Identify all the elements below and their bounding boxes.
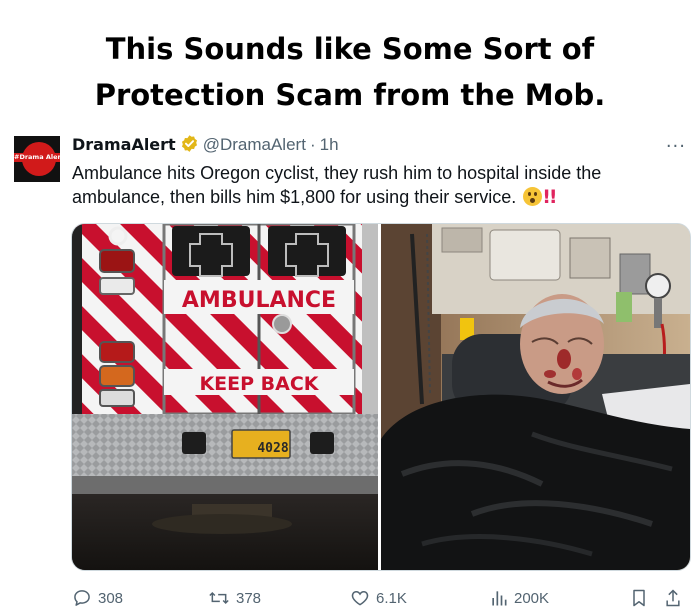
more-options-icon[interactable]: ··· <box>666 136 686 157</box>
avatar[interactable]: #Drama Alert <box>14 136 60 182</box>
share-icon <box>666 589 680 607</box>
keep-back-sign-text: KEEP BACK <box>199 373 319 395</box>
headline: This Sounds like Some Sort of Protection… <box>0 26 700 118</box>
reply-count: 308 <box>98 589 124 607</box>
ambulance-sign-text: AMBULANCE <box>182 288 336 313</box>
ambulance-image: AMBULANCE KEEP BACK 4028 <box>72 224 378 570</box>
tweet-text-line-2: ambulance, then bills him $1,800 for usi… <box>72 185 672 209</box>
display-name[interactable]: DramaAlert <box>72 135 176 154</box>
tweet-actions: 308 378 6.1K 200K <box>0 584 700 612</box>
analytics-bar-icon <box>492 591 507 606</box>
reply-button[interactable]: 308 <box>72 584 123 612</box>
double-exclamation-emoji: !! <box>542 186 557 208</box>
headline-line-1: This Sounds like Some Sort of <box>105 32 595 66</box>
timestamp[interactable]: 1h <box>320 135 339 154</box>
like-button[interactable]: 6.1K <box>350 584 407 612</box>
handle[interactable]: @DramaAlert <box>203 135 306 154</box>
tweet-media[interactable]: AMBULANCE KEEP BACK 4028 <box>71 223 691 571</box>
tweet-text-line-2-body: ambulance, then bills him $1,800 for usi… <box>72 187 517 207</box>
separator-dot: · <box>309 135 316 154</box>
heart-icon <box>351 590 369 606</box>
repost-count: 378 <box>236 589 262 607</box>
share-button[interactable] <box>664 584 688 612</box>
verified-badge-icon[interactable] <box>180 134 199 159</box>
shocked-face-emoji-icon <box>523 187 543 206</box>
bookmark-icon <box>633 589 645 607</box>
reply-icon <box>74 590 90 606</box>
hospital-patient-image <box>381 224 690 570</box>
tweet-text-line-1: Ambulance hits Oregon cyclist, they rush… <box>72 163 602 183</box>
license-plate-text: 4028 <box>257 441 288 456</box>
headline-line-2: Protection Scam from the Mob. <box>94 78 606 112</box>
repost-icon <box>209 591 229 605</box>
tweet-header: DramaAlert @DramaAlert · 1h <box>72 134 339 159</box>
repost-button[interactable]: 378 <box>208 584 261 612</box>
bookmark-button[interactable] <box>630 584 654 612</box>
views-button[interactable]: 200K <box>490 584 549 612</box>
view-count: 200K <box>514 589 550 607</box>
like-count: 6.1K <box>376 589 407 607</box>
avatar-label: #Drama Alert <box>14 153 60 162</box>
tweet-text: Ambulance hits Oregon cyclist, they rush… <box>72 161 672 209</box>
